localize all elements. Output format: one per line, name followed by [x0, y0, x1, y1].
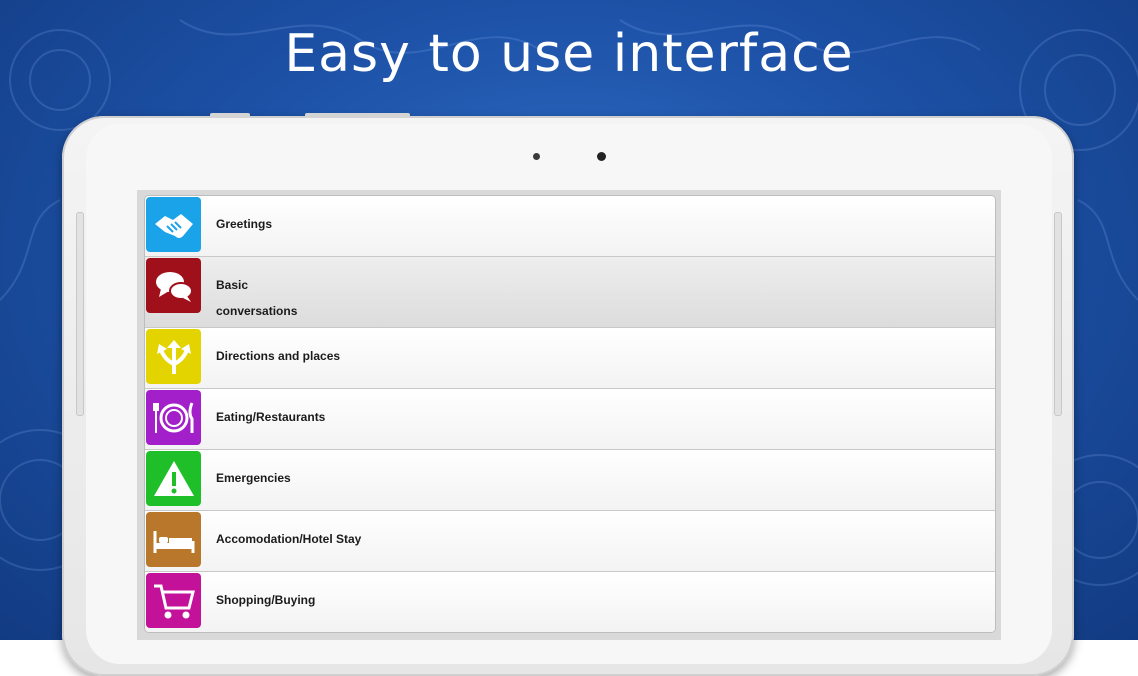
speech-bubbles-icon: [155, 271, 193, 302]
item-label: Emergencies: [216, 471, 291, 485]
list-item-greetings[interactable]: Greetings: [145, 196, 995, 257]
cart-icon: [153, 584, 195, 618]
item-label: Greetings: [216, 217, 273, 231]
list-item-basic-conversations[interactable]: Basic conversations: [145, 257, 995, 328]
item-label: Accomodation/Hotel Stay: [216, 532, 362, 546]
shopping-tile: [146, 573, 201, 628]
category-list: Greetings Basic conversations Directions…: [145, 196, 995, 632]
headline: Easy to use interface: [284, 24, 854, 84]
greetings-tile: [146, 197, 201, 252]
list-item-accomodation-hotel-stay[interactable]: Accomodation/Hotel Stay: [145, 511, 995, 572]
directions-tile: [146, 329, 201, 384]
tablet-top-button: [210, 113, 250, 118]
list-item-shopping-buying[interactable]: Shopping/Buying: [145, 572, 995, 632]
emergencies-tile: [146, 451, 201, 506]
tablet-camera: [597, 152, 606, 161]
item-label: Eating/Restaurants: [216, 410, 326, 424]
list-item-emergencies[interactable]: Emergencies: [145, 450, 995, 511]
list-item-eating-restaurants[interactable]: Eating/Restaurants: [145, 389, 995, 450]
app-screen: Greetings Basic conversations Directions…: [137, 190, 1001, 640]
item-label: Directions and places: [216, 349, 341, 363]
directions-arrows-icon: [156, 339, 191, 374]
handshake-icon: [154, 213, 193, 238]
bed-icon: [153, 530, 194, 553]
conversations-tile: [146, 258, 201, 313]
accomodation-tile: [146, 512, 201, 567]
item-label: Shopping/Buying: [216, 593, 316, 607]
eating-tile: [146, 390, 201, 445]
tablet-side-speaker-right: [1054, 212, 1062, 416]
tablet-sensor: [533, 153, 540, 160]
list-item-directions-and-places[interactable]: Directions and places: [145, 328, 995, 389]
plate-cutlery-icon: [152, 401, 193, 433]
tablet-side-speaker-left: [76, 212, 84, 416]
tablet-volume-button: [305, 113, 410, 118]
warning-icon: [153, 460, 194, 496]
item-label: Basic conversations: [216, 278, 298, 318]
